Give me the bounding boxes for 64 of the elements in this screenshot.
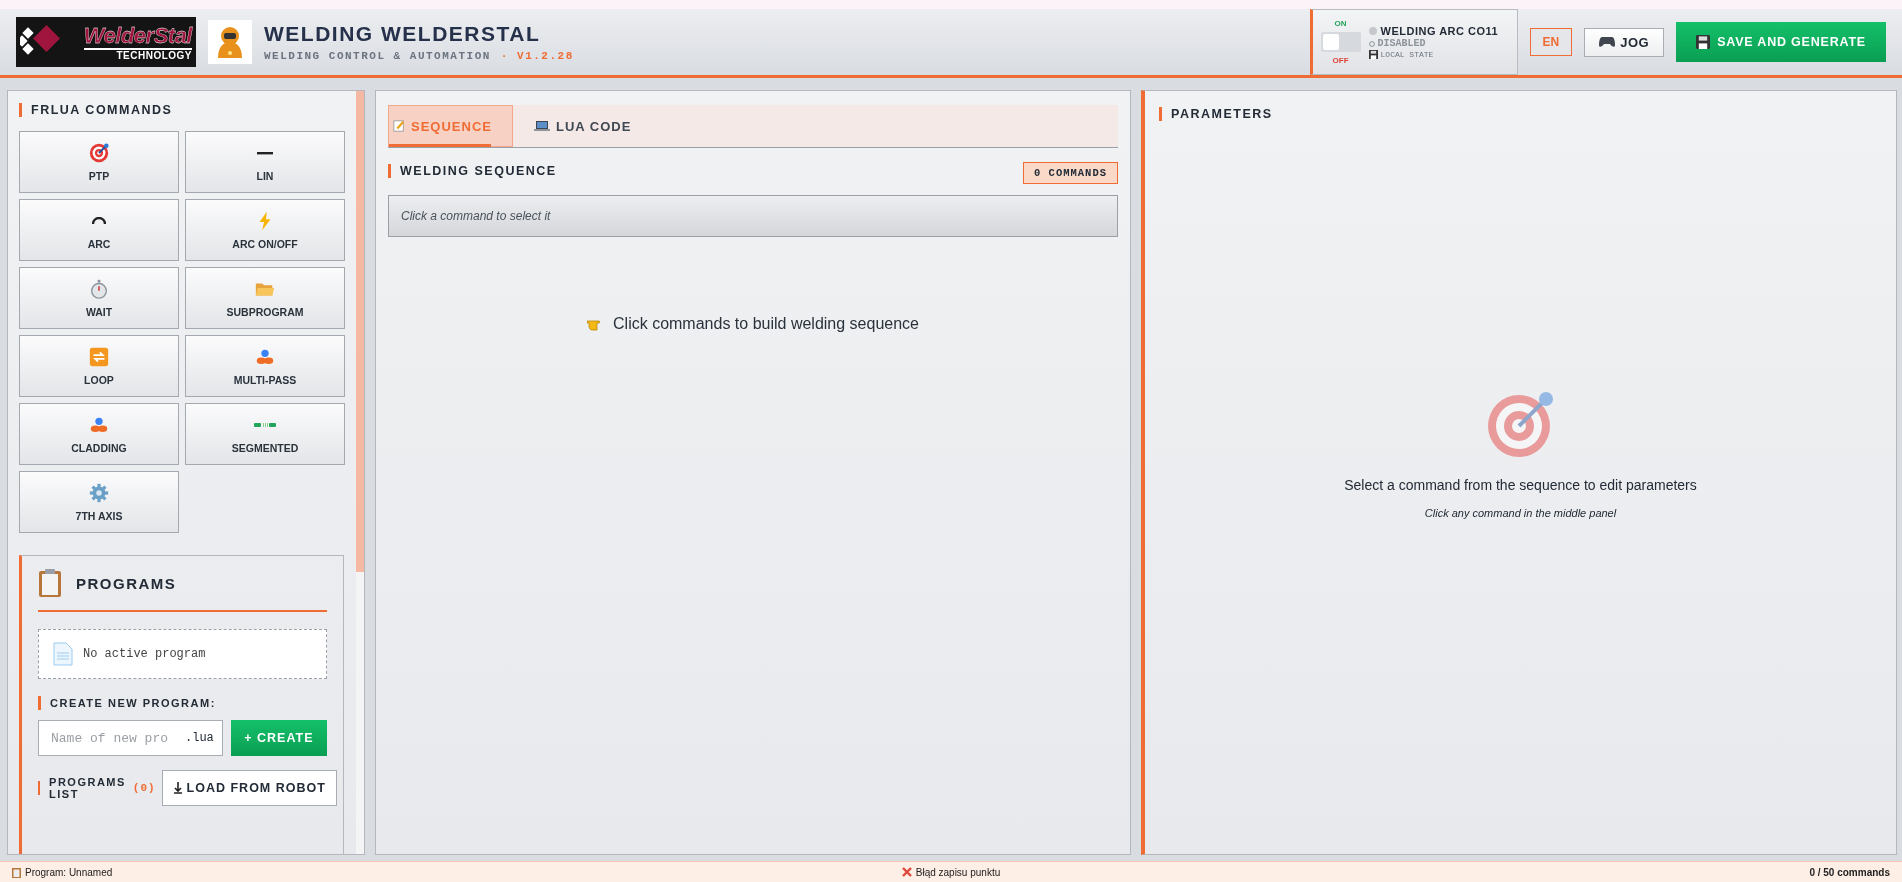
document-icon [53,642,73,666]
on-label: ON [1334,19,1347,28]
target-icon [1485,389,1556,459]
error-cross-icon [901,867,912,877]
command-button[interactable]: CLADDING [19,403,179,465]
empty-sequence-text: Click commands to build welding sequence [613,315,919,333]
tab[interactable]: LUA CODE [513,105,653,147]
jog-button[interactable]: JOG [1584,27,1665,57]
scrollbar[interactable] [356,91,364,854]
logo-brand: WelderStal [83,23,192,50]
app-subtitle: WELDING CONTROL & AUTOMATION [264,50,491,62]
off-label: OFF [1332,56,1349,65]
command-button[interactable]: SUBPROGRAM [185,267,345,329]
command-button[interactable]: PTP [19,131,179,193]
dash-icon [256,150,274,156]
loop-icon [88,346,110,368]
version-label: · V1.2.28 [500,50,574,62]
command-button[interactable]: MULTI-PASS [185,335,345,397]
arc-toggle[interactable] [1320,32,1361,52]
section-title: PARAMETERS [1159,107,1882,121]
gear-icon [88,482,110,504]
section-title: FRLUA COMMANDS [19,103,344,117]
logo-tagline: TECHNOLOGY [116,49,192,61]
program-name-field[interactable]: Name of new pro .lua [38,720,223,756]
memo-icon [393,119,406,133]
selection-hint: Click a command to select it [388,195,1118,237]
program-name-status: Program: Unnamed [25,866,113,878]
section-title: WELDING SEQUENCE [388,164,557,178]
program-count: (0) [132,782,156,794]
ring-icon [1368,40,1375,47]
clipboard-icon [12,866,21,878]
download-icon [172,782,183,794]
error-status: Błąd zapisu punktu [915,866,1001,878]
arc-icon [92,217,106,225]
command-button[interactable]: LOOP [19,335,179,397]
laptop-icon [534,120,550,132]
target-icon [88,142,110,164]
programs-list-label: PROGRAMS LIST [38,776,127,800]
command-button[interactable]: 7TH AXIS [19,471,179,533]
empty-parameters-text: Select a command from the sequence to edit parameters [1344,477,1697,493]
status-dot [1368,27,1377,35]
welder-mascot-icon [208,20,252,64]
command-button[interactable]: LIN [185,131,345,193]
no-program-text: No active program [83,647,206,661]
programs-title: PROGRAMS [76,574,177,592]
storage-label: LOCAL STATE [1380,50,1434,59]
file-suffix: .lua [185,731,214,745]
load-from-robot-button[interactable]: LOAD FROM ROBOT [161,770,337,806]
segments-icon [253,422,277,428]
create-label: CREATE NEW PROGRAM: [38,696,327,710]
command-button[interactable]: ARC [19,199,179,261]
command-button[interactable]: SEGMENTED [185,403,345,465]
command-button[interactable]: WAIT [19,267,179,329]
empty-parameters-hint: Click any command in the middle panel [1424,507,1617,519]
command-count-status: 0 / 50 commands [1808,866,1890,878]
program-name-input[interactable]: Name of new pro [49,729,185,747]
stopwatch-icon [88,278,110,300]
arc-name: WELDING ARC CO11 [1380,25,1499,37]
gamepad-icon [1599,36,1616,48]
arc-status: DISABLED [1377,38,1426,49]
command-button[interactable]: ARC ON/OFF [185,199,345,261]
command-count-badge: 0 COMMANDS [1023,162,1118,184]
clipboard-icon [38,568,62,598]
app-title: WELDING WELDERSTAL [264,22,542,46]
